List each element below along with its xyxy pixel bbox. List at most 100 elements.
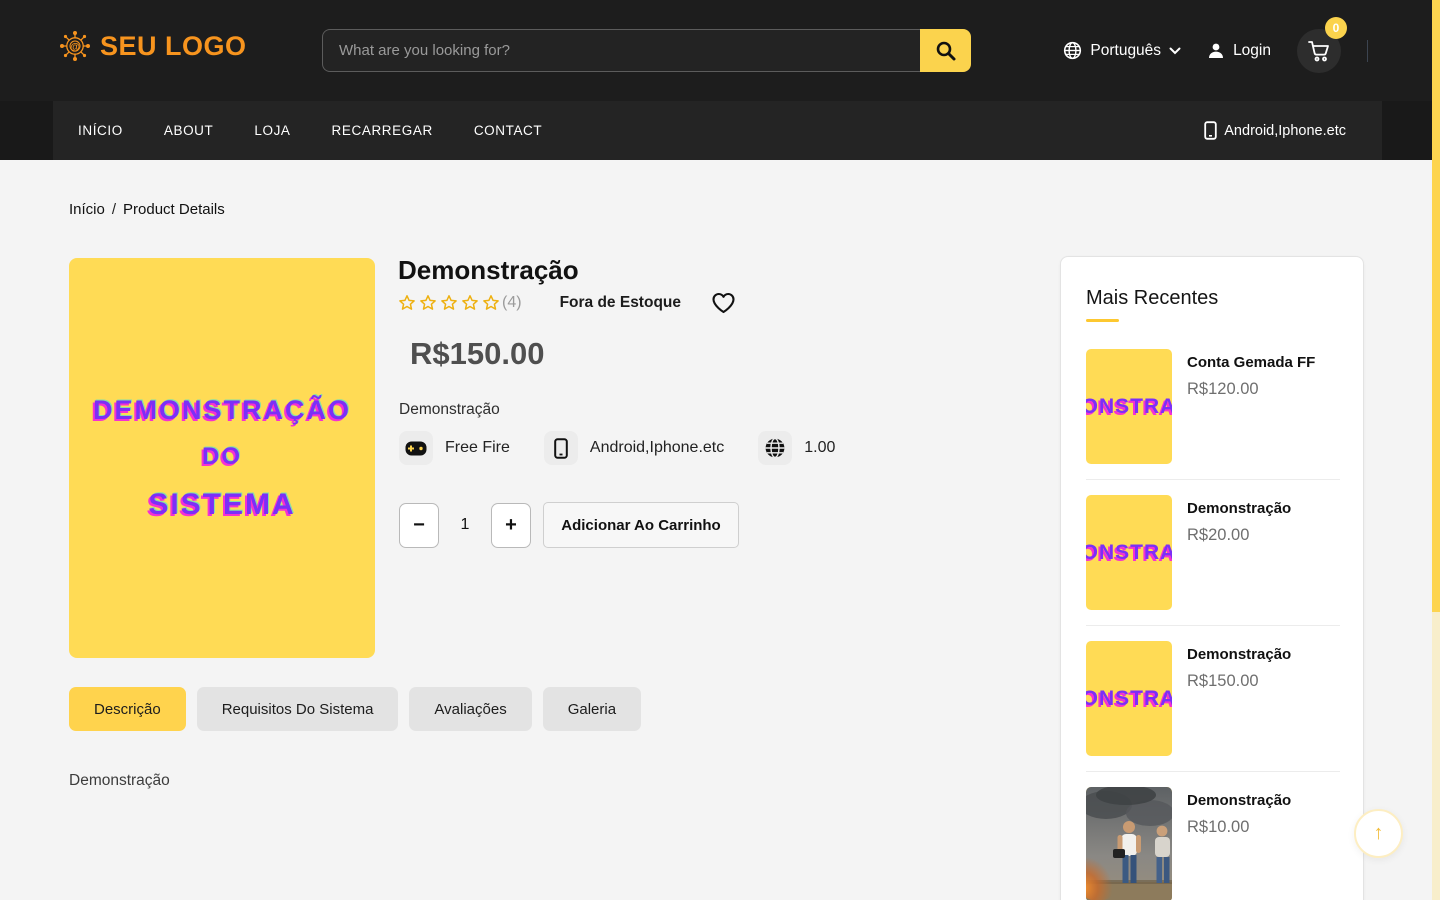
cart-button[interactable]: 0 — [1297, 29, 1341, 73]
purchase-controls: − 1 + Adicionar Ao Carrinho — [399, 502, 739, 548]
top-header: @ SEU LOGO — [0, 0, 1440, 101]
arrow-up-icon: ↑ — [1374, 822, 1384, 845]
globe-icon — [758, 431, 792, 465]
search-icon — [935, 40, 957, 62]
search-bar — [322, 29, 971, 72]
breadcrumb-separator: / — [112, 201, 116, 218]
rating-count: (4) — [502, 294, 522, 312]
product-name: Demonstração — [1187, 646, 1291, 663]
star-icon — [482, 294, 500, 312]
nav-item-about[interactable]: ABOUT — [164, 123, 214, 138]
header-actions: Português Login 0 — [1063, 0, 1368, 101]
product-info: Demonstração R$10.00 — [1187, 787, 1291, 900]
tab-content-text: Demonstração — [69, 772, 170, 790]
wishlist-button[interactable] — [711, 292, 736, 314]
login-button[interactable]: Login — [1207, 42, 1271, 60]
recent-products-list: DEMONSTRAÇÃO Conta Gemada FF R$120.00 DE… — [1086, 349, 1340, 900]
recent-product-item[interactable]: Demonstração R$10.00 — [1086, 787, 1340, 900]
recent-products-panel: Mais Recentes DEMONSTRAÇÃO Conta Gemada … — [1060, 256, 1364, 900]
recent-product-item[interactable]: DEMONSTRAÇÃO Conta Gemada FF R$120.00 — [1086, 349, 1340, 464]
product-image-line: DEMONSTRAÇÃO — [93, 395, 351, 426]
product-thumbnail: DEMONSTRAÇÃO — [1086, 641, 1172, 756]
page-scrollbar-thumb[interactable] — [1432, 0, 1440, 612]
login-label: Login — [1233, 42, 1271, 60]
product-info: Demonstração R$150.00 — [1187, 641, 1291, 756]
product-price: R$120.00 — [1187, 380, 1315, 399]
thumbnail-text: DEMONSTRAÇÃO — [1086, 687, 1172, 711]
globe-icon — [1063, 41, 1082, 60]
tab-avaliacoes[interactable]: Avaliações — [409, 687, 531, 731]
logo-icon: @ — [58, 29, 92, 63]
breadcrumb-home[interactable]: Início — [69, 201, 105, 218]
product-description: Demonstração — [399, 401, 500, 419]
meta-version-label: 1.00 — [804, 439, 835, 457]
recent-product-item[interactable]: DEMONSTRAÇÃO Demonstração R$150.00 — [1086, 641, 1340, 756]
scroll-to-top-button[interactable]: ↑ — [1354, 809, 1403, 858]
product-meta: Free Fire Android,Iphone.etc 1.00 — [399, 431, 835, 465]
recent-product-item[interactable]: DEMONSTRAÇÃO Demonstração R$20.00 — [1086, 495, 1340, 610]
header-divider — [1367, 40, 1368, 62]
nav-item-recarregar[interactable]: RECARREGAR — [332, 123, 433, 138]
breadcrumb: Início / Product Details — [69, 201, 225, 218]
star-icon — [398, 294, 416, 312]
logo-text: SEU LOGO — [100, 31, 247, 62]
heart-icon — [711, 292, 736, 314]
product-price: R$150.00 — [1187, 672, 1291, 691]
meta-platform-label: Android,Iphone.etc — [590, 439, 724, 457]
tab-requisitos[interactable]: Requisitos Do Sistema — [197, 687, 399, 731]
product-image-line: DO — [202, 443, 242, 471]
product-name: Conta Gemada FF — [1187, 354, 1315, 371]
nav-platforms-label: Android,Iphone.etc — [1224, 123, 1346, 139]
product-name: Demonstração — [1187, 792, 1291, 809]
search-button[interactable] — [920, 29, 971, 72]
phone-icon — [544, 431, 578, 465]
user-icon — [1207, 42, 1225, 60]
tab-descricao[interactable]: Descrição — [69, 687, 186, 731]
gamepad-icon — [399, 431, 433, 465]
nav-platforms: Android,Iphone.etc — [1204, 121, 1346, 140]
product-image-line: SISTEMA — [148, 488, 295, 522]
stock-status: Fora de Estoque — [560, 294, 681, 312]
divider — [1086, 771, 1340, 772]
nav-bar: INÍCIO ABOUT LOJA RECARREGAR CONTACT And… — [53, 101, 1382, 160]
search-input[interactable] — [322, 29, 920, 72]
nav-item-inicio[interactable]: INÍCIO — [78, 123, 123, 138]
breadcrumb-current: Product Details — [123, 201, 225, 218]
thumbnail-text: DEMONSTRAÇÃO — [1086, 395, 1172, 419]
product-thumbnail: DEMONSTRAÇÃO — [1086, 349, 1172, 464]
cart-badge: 0 — [1325, 17, 1347, 39]
product-info: Conta Gemada FF R$120.00 — [1187, 349, 1315, 464]
star-icon — [419, 294, 437, 312]
product-thumbnail: DEMONSTRAÇÃO — [1086, 495, 1172, 610]
title-underline — [1086, 319, 1119, 322]
product-price: R$150.00 — [410, 336, 544, 372]
quantity-value: 1 — [439, 516, 491, 534]
product-title: Demonstração — [398, 255, 579, 286]
add-to-cart-button[interactable]: Adicionar Ao Carrinho — [543, 502, 739, 548]
quantity-increase-button[interactable]: + — [491, 503, 531, 548]
phone-icon — [1204, 121, 1217, 140]
product-name: Demonstração — [1187, 500, 1291, 517]
logo[interactable]: @ SEU LOGO — [58, 29, 247, 63]
product-price: R$20.00 — [1187, 526, 1291, 545]
language-selector[interactable]: Português — [1063, 41, 1181, 60]
star-icon — [440, 294, 458, 312]
tab-galeria[interactable]: Galeria — [543, 687, 641, 731]
star-rating-icons — [398, 294, 500, 312]
product-tabs: Descrição Requisitos Do Sistema Avaliaçõ… — [69, 687, 641, 731]
nav-item-contact[interactable]: CONTACT — [474, 123, 542, 138]
quantity-decrease-button[interactable]: − — [399, 503, 439, 548]
language-label: Português — [1090, 42, 1161, 60]
product-price: R$10.00 — [1187, 818, 1291, 837]
divider — [1086, 625, 1340, 626]
main-nav: INÍCIO ABOUT LOJA RECARREGAR CONTACT And… — [0, 101, 1440, 160]
product-rating: (4) Fora de Estoque — [398, 291, 736, 315]
chevron-down-icon — [1169, 47, 1181, 55]
nav-item-loja[interactable]: LOJA — [254, 123, 290, 138]
star-icon — [461, 294, 479, 312]
cart-icon — [1307, 39, 1331, 63]
recent-products-title: Mais Recentes — [1086, 287, 1340, 310]
meta-game-label: Free Fire — [445, 439, 510, 457]
product-thumbnail-game-art — [1086, 787, 1172, 900]
product-info: Demonstração R$20.00 — [1187, 495, 1291, 610]
